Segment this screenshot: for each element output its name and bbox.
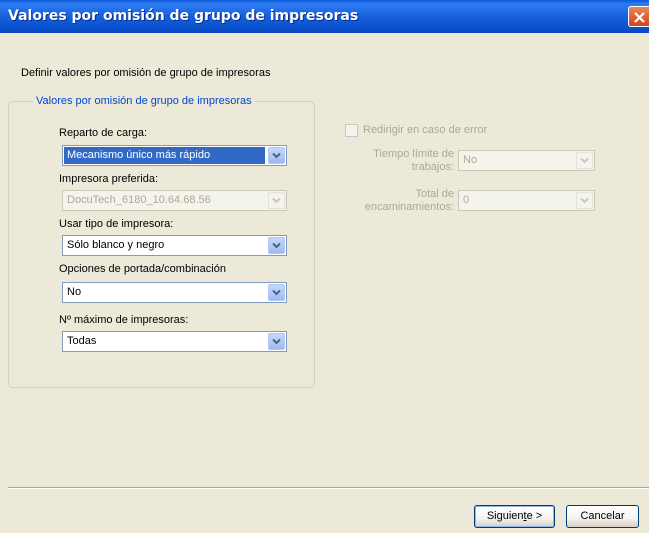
routings-value: 0 (463, 194, 470, 206)
routings-dropdown[interactable]: 0 (458, 190, 595, 211)
max-printers-label: Nº máximo de impresoras: (59, 314, 189, 326)
max-printers-value: Todas (67, 335, 97, 347)
job-timeout-label-line1: Tiempo límite de (373, 148, 454, 160)
chevron-down-icon (272, 152, 281, 159)
chevron-down-icon (580, 197, 589, 204)
chevron-down-icon (580, 157, 589, 164)
max-printers-dropdown-button[interactable] (268, 333, 285, 350)
chevron-down-icon (272, 338, 281, 345)
cover-options-dropdown-button[interactable] (268, 284, 285, 301)
cancel-button[interactable]: Cancelar (566, 505, 639, 528)
next-button-label-pre: Siguien (486, 510, 524, 522)
job-timeout-dropdown[interactable]: No (458, 150, 595, 171)
cover-options-dropdown[interactable]: No (62, 282, 287, 303)
load-sharing-value: Mecanismo único más rápido (64, 147, 265, 164)
printer-type-dropdown[interactable]: Sólo blanco y negro (62, 235, 287, 256)
next-button[interactable]: Siguiente > (474, 505, 555, 528)
printer-type-value: Sólo blanco y negro (67, 239, 165, 251)
routings-dropdown-button[interactable] (576, 192, 593, 209)
preferred-printer-value: DocuTech_6180_10.64.68.56 (67, 194, 211, 206)
preferred-printer-label: Impresora preferida: (59, 173, 159, 185)
window-title: Valores por omisión de grupo de impresor… (8, 8, 359, 24)
chevron-down-icon (272, 197, 281, 204)
printer-type-label: Usar tipo de impresora: (59, 218, 174, 230)
title-bar[interactable]: Valores por omisión de grupo de impresor… (0, 0, 649, 33)
job-timeout-value: No (463, 154, 478, 166)
cover-options-value: No (67, 286, 82, 298)
preferred-printer-dropdown-button[interactable] (268, 192, 285, 209)
close-icon (634, 12, 645, 23)
close-button[interactable] (628, 6, 649, 27)
load-sharing-label: Reparto de carga: (59, 127, 148, 139)
routings-label-line1: Total de (415, 188, 454, 200)
groupbox-legend: Valores por omisión de grupo de impresor… (33, 95, 255, 107)
load-sharing-dropdown-button[interactable] (268, 147, 285, 164)
printer-type-dropdown-button[interactable] (268, 237, 285, 254)
chevron-down-icon (272, 289, 281, 296)
chevron-down-icon (272, 242, 281, 249)
dialog-heading: Definir valores por omisión de grupo de … (21, 67, 271, 79)
load-sharing-dropdown[interactable]: Mecanismo único más rápido (62, 145, 287, 166)
redirect-on-error-label: Redirigir en caso de error (363, 124, 488, 136)
job-timeout-dropdown-button[interactable] (576, 152, 593, 169)
max-printers-dropdown[interactable]: Todas (62, 331, 287, 352)
preferred-printer-dropdown[interactable]: DocuTech_6180_10.64.68.56 (62, 190, 287, 211)
redirect-on-error-checkbox[interactable] (345, 124, 358, 137)
cover-options-label: Opciones de portada/combinación (59, 263, 226, 275)
job-timeout-label-line2: trabajos: (411, 161, 454, 173)
footer-divider (8, 487, 649, 489)
routings-label-line2: encaminamientos: (364, 201, 454, 213)
next-button-label-post: e > (526, 510, 543, 522)
